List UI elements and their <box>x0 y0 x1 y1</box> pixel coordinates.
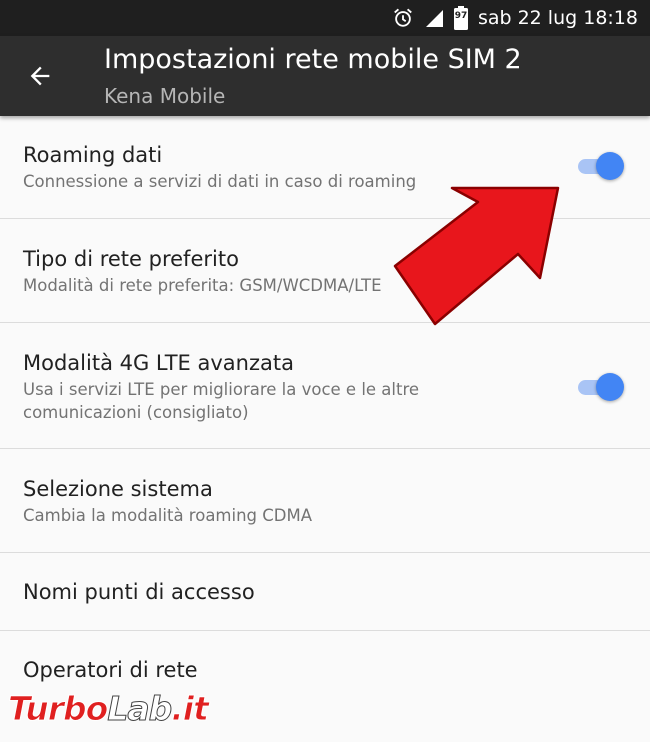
lte-switch[interactable] <box>576 371 624 403</box>
status-time: sab 22 lug 18:18 <box>477 7 638 29</box>
switch-thumb <box>596 373 624 401</box>
setting-4g-lte[interactable]: Modalità 4G LTE avanzata Usa i servizi L… <box>0 323 650 449</box>
arrow-back-icon <box>30 66 50 86</box>
page-title: Impostazioni rete mobile SIM 2 <box>104 44 522 75</box>
setting-tipo-rete[interactable]: Tipo di rete preferito Modalità di rete … <box>0 219 650 323</box>
setting-apn[interactable]: Nomi punti di accesso <box>0 553 650 631</box>
alarm-icon <box>392 7 414 29</box>
watermark-part1: Turbo <box>7 688 108 728</box>
settings-list: Roaming dati Connessione a servizi di da… <box>0 116 650 741</box>
setting-roaming-dati[interactable]: Roaming dati Connessione a servizi di da… <box>0 116 650 219</box>
setting-selezione-sistema[interactable]: Selezione sistema Cambia la modalità roa… <box>0 449 650 553</box>
setting-title: Operatori di rete <box>23 658 198 682</box>
setting-title: Modalità 4G LTE avanzata <box>23 351 294 375</box>
status-bar: 97 sab 22 lug 18:18 <box>0 0 650 36</box>
turbolab-watermark: Turbo Lab .it <box>7 688 240 728</box>
setting-title: Tipo di rete preferito <box>23 247 239 271</box>
setting-summary: Cambia la modalità roaming CDMA <box>23 506 313 525</box>
battery-level: 97 <box>454 11 468 21</box>
setting-summary: Usa i servizi LTE per migliorare la voce… <box>23 380 420 422</box>
signal-icon <box>424 8 444 28</box>
watermark-part3: .it <box>171 688 210 728</box>
setting-summary: Connessione a servizi di dati in caso di… <box>23 172 417 191</box>
page-subtitle: Kena Mobile <box>104 84 226 108</box>
switch-thumb <box>596 152 624 180</box>
setting-title: Nomi punti di accesso <box>23 580 255 604</box>
setting-title: Selezione sistema <box>23 477 213 501</box>
battery-icon: 97 <box>453 6 468 30</box>
back-button[interactable] <box>18 56 62 96</box>
roaming-switch[interactable] <box>576 150 624 182</box>
watermark-part2: Lab <box>107 688 173 728</box>
setting-summary: Modalità di rete preferita: GSM/WCDMA/LT… <box>23 276 382 295</box>
setting-title: Roaming dati <box>23 143 163 167</box>
app-toolbar: Impostazioni rete mobile SIM 2 Kena Mobi… <box>0 36 650 116</box>
